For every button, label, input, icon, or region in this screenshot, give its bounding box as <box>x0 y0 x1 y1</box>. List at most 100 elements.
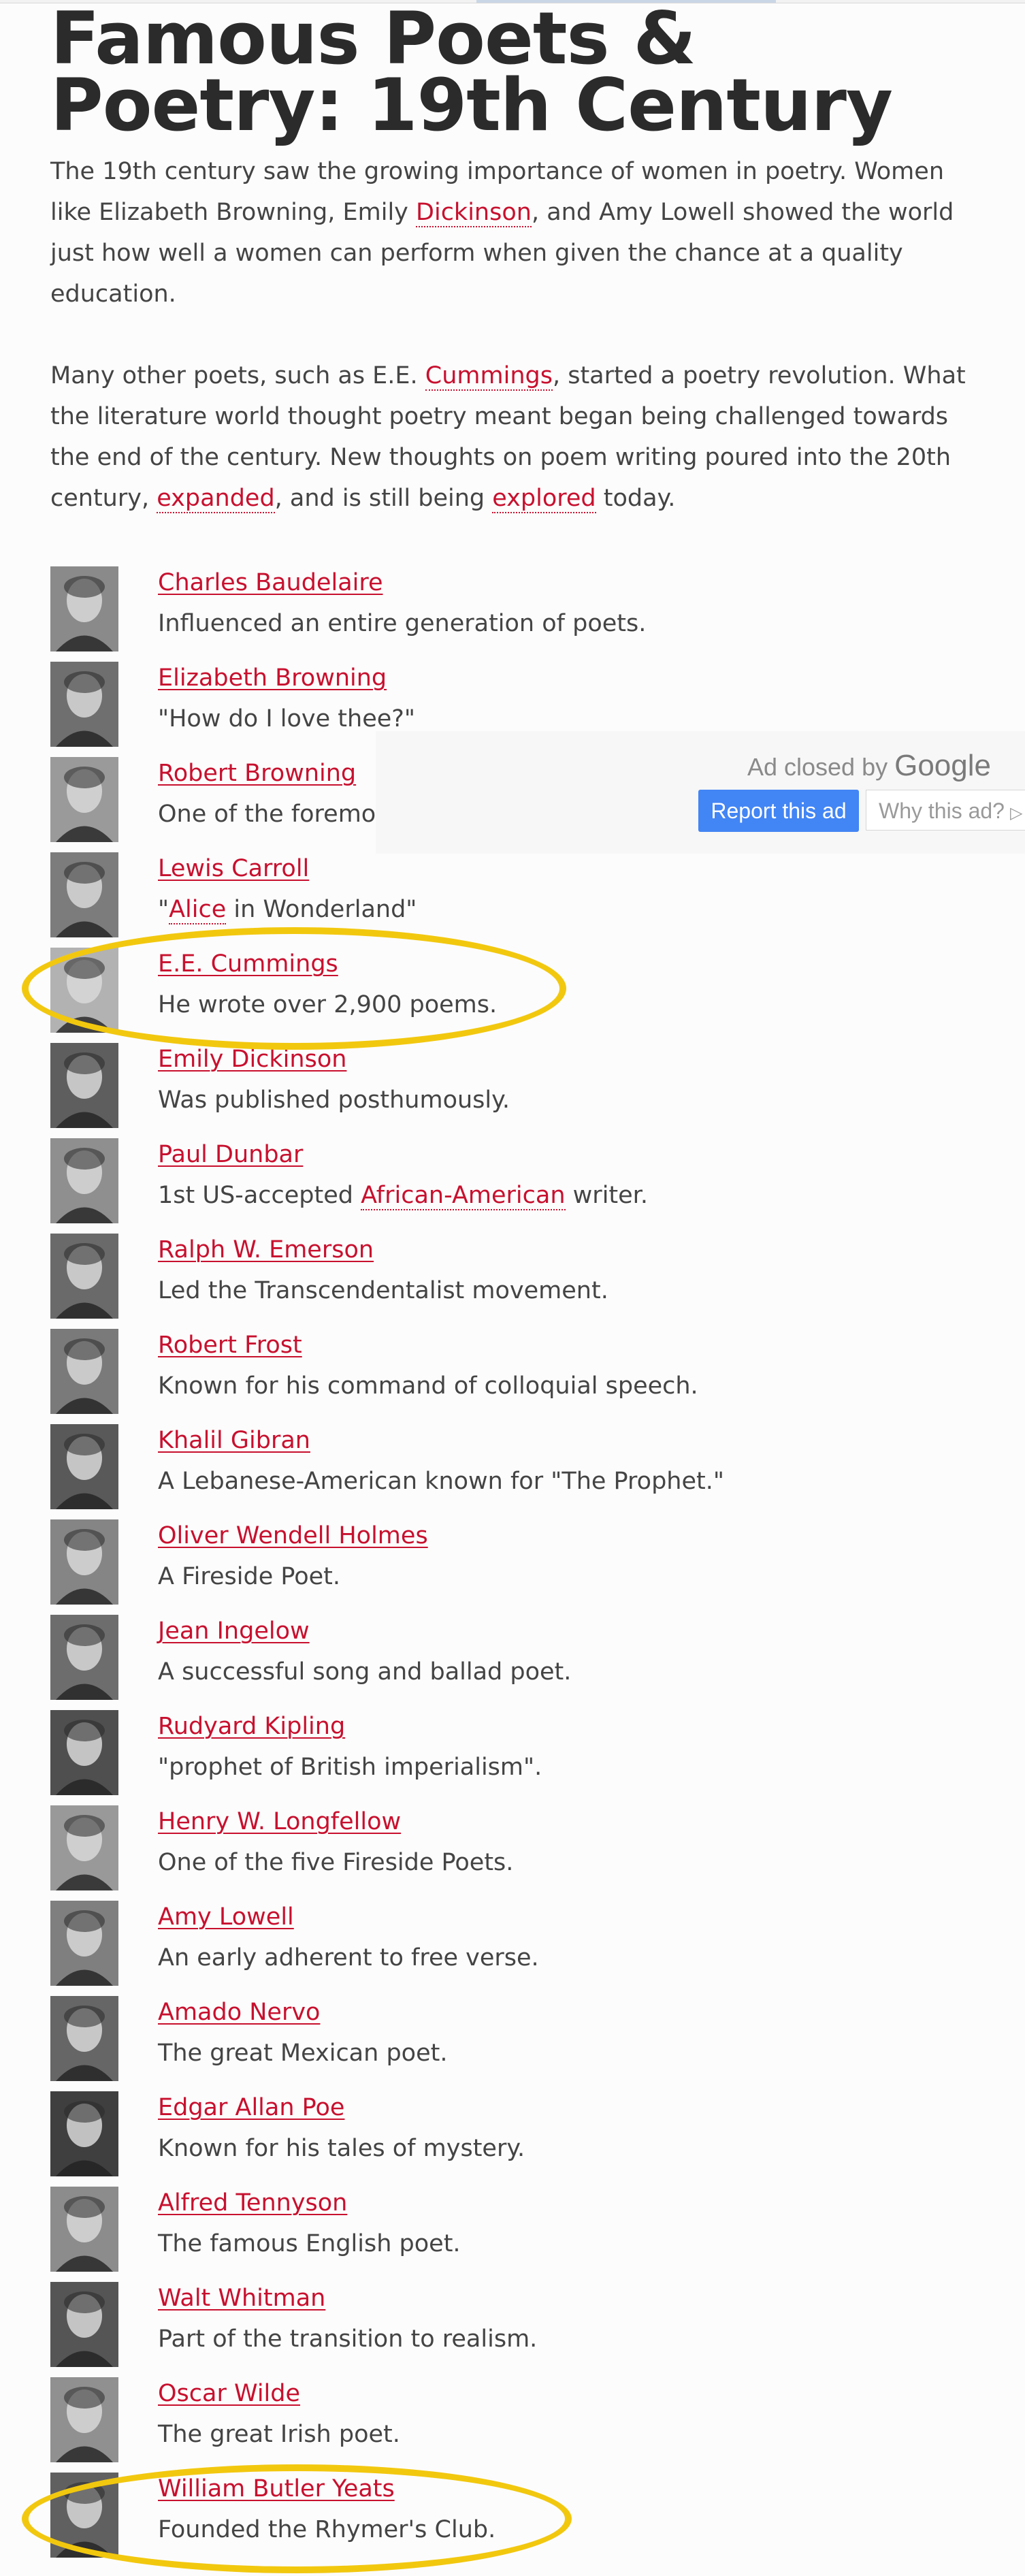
text-segment: "How do I love thee?" <box>158 705 415 732</box>
poet-name-link[interactable]: Oscar Wilde <box>158 2377 300 2410</box>
text-segment: "prophet of British imperialism". <box>158 1754 542 1781</box>
poet-name-link[interactable]: Amy Lowell <box>158 1901 294 1933</box>
poet-item-amado-nervo: Amado Nervo The great Mexican poet. <box>50 1992 935 2087</box>
report-ad-button[interactable]: Report this ad <box>698 790 859 832</box>
poet-description: Known for his tales of mystery. <box>158 2132 525 2165</box>
text-segment: Many other poets, such as E.E. <box>50 362 425 389</box>
poet-name-link[interactable]: Ralph W. Emerson <box>158 1234 374 1266</box>
poet-name-link[interactable]: Elizabeth Browning <box>158 662 387 694</box>
poet-name-link[interactable]: Charles Baudelaire <box>158 566 383 599</box>
poet-portrait[interactable] <box>50 1805 118 1890</box>
why-this-ad-label: Why this ad? <box>879 799 1005 823</box>
keyword-link[interactable]: Alice <box>169 896 227 924</box>
poet-name-link[interactable]: Paul Dunbar <box>158 1138 303 1171</box>
text-segment: writer. <box>565 1182 648 1209</box>
poet-item-jean-ingelow: Jean Ingelow A successful song and ballad… <box>50 1611 935 1706</box>
poet-portrait[interactable] <box>50 757 118 842</box>
poet-portrait[interactable] <box>50 2282 118 2367</box>
text-segment: An early adherent to free verse. <box>158 1944 539 1971</box>
poet-description: Led the Transcendentalist movement. <box>158 1274 608 1307</box>
poet-description: "How do I love thee?" <box>158 703 415 735</box>
poet-name-link[interactable]: Robert Frost <box>158 1329 302 1362</box>
poet-portrait[interactable] <box>50 1234 118 1319</box>
poet-description: "prophet of British imperialism". <box>158 1751 542 1784</box>
poet-portrait[interactable] <box>50 2091 118 2176</box>
poet-portrait[interactable] <box>50 566 118 651</box>
poet-item-robert-frost: Robert Frost Known for his command of col… <box>50 1325 935 1420</box>
keyword-link[interactable]: Cummings <box>425 362 553 391</box>
poet-name-link[interactable]: Jean Ingelow <box>158 1615 310 1647</box>
poet-name-link[interactable]: Robert Browning <box>158 757 356 790</box>
text-segment: A Fireside Poet. <box>158 1563 341 1590</box>
text-segment: today. <box>596 485 676 512</box>
poet-item-edgar-allan-poe: Edgar Allan Poe Known for his tales of my… <box>50 2087 935 2183</box>
poet-item-amy-lowell: Amy Lowell An early adherent to free vers… <box>50 1897 935 1992</box>
poet-name-link[interactable]: Lewis Carroll <box>158 852 309 885</box>
keyword-link[interactable]: explored <box>492 485 596 513</box>
highlight-oval-yeats <box>22 2464 572 2573</box>
poet-name-link[interactable]: Edgar Allan Poe <box>158 2091 344 2124</box>
poet-portrait[interactable] <box>50 1710 118 1795</box>
poet-name-link[interactable]: Rudyard Kipling <box>158 1710 345 1743</box>
poet-description: 1st US-accepted African-American writer. <box>158 1179 648 1212</box>
poet-description: A successful song and ballad poet. <box>158 1656 571 1688</box>
text-segment: " <box>158 896 169 923</box>
text-segment: One of the foremo <box>158 801 376 828</box>
poet-portrait[interactable] <box>50 1043 118 1128</box>
poet-description: Influenced an entire generation of poets… <box>158 607 646 640</box>
poet-name-link[interactable]: Amado Nervo <box>158 1996 320 2029</box>
text-segment: in Wonderland" <box>226 896 417 923</box>
poet-portrait[interactable] <box>50 1519 118 1605</box>
keyword-link[interactable]: expanded <box>157 485 275 513</box>
poet-name-link[interactable]: Henry W. Longfellow <box>158 1805 401 1838</box>
text-segment: The famous English poet. <box>158 2230 461 2257</box>
poet-name-link[interactable]: Oliver Wendell Holmes <box>158 1519 428 1552</box>
poet-portrait[interactable] <box>50 1901 118 1986</box>
poet-item-oscar-wilde: Oscar Wilde The great Irish poet. <box>50 2373 935 2468</box>
why-this-ad-button[interactable]: Why this ad? ▷ <box>866 790 1025 831</box>
highlight-oval-cummings <box>22 927 566 1050</box>
poet-portrait[interactable] <box>50 1424 118 1509</box>
poet-description: "Alice in Wonderland" <box>158 893 417 926</box>
poet-item-oliver-wendell-holmes: Oliver Wendell Holmes A Fireside Poet. <box>50 1515 935 1611</box>
text-segment: Known for his tales of mystery. <box>158 2135 525 2162</box>
poet-portrait[interactable] <box>50 1996 118 2081</box>
poet-portrait[interactable] <box>50 1138 118 1223</box>
text-segment: Influenced an entire generation of poets… <box>158 610 647 637</box>
text-segment: Known for his command of colloquial spee… <box>158 1372 698 1400</box>
text-segment: A successful song and ballad poet. <box>158 1658 572 1686</box>
poet-description: A Fireside Poet. <box>158 1560 340 1593</box>
poet-name-link[interactable]: Alfred Tennyson <box>158 2187 347 2219</box>
poet-description: Part of the transition to realism. <box>158 2323 537 2355</box>
poet-name-link[interactable]: Walt Whitman <box>158 2282 325 2315</box>
ad-closed-notice: Ad closed by Google <box>747 749 991 783</box>
keyword-link[interactable]: African-American <box>361 1182 566 1210</box>
intro: The 19th century saw the growing importa… <box>50 151 990 519</box>
poet-portrait[interactable] <box>50 1615 118 1700</box>
text-segment: A Lebanese-American known for "The Proph… <box>158 1468 724 1495</box>
text-segment: Led the Transcendentalist movement. <box>158 1277 608 1304</box>
poet-description: Known for his command of colloquial spee… <box>158 1370 698 1402</box>
poet-description: The famous English poet. <box>158 2227 461 2260</box>
intro-paragraph-2: Many other poets, such as E.E. Cummings,… <box>50 355 990 519</box>
play-triangle-icon: ▷ <box>1009 804 1023 822</box>
poet-description: A Lebanese-American known for "The Proph… <box>158 1465 724 1498</box>
poet-item-henry-w-longfellow: Henry W. Longfellow One of the five Fires… <box>50 1801 935 1897</box>
poet-description: One of the five Fireside Poets. <box>158 1846 513 1879</box>
poet-portrait[interactable] <box>50 2377 118 2462</box>
poet-description: One of the foremo <box>158 798 376 831</box>
poet-portrait[interactable] <box>50 2187 118 2272</box>
article-content: Famous Poets & Poetry: 19th Century The … <box>50 0 990 2558</box>
poet-portrait[interactable] <box>50 662 118 747</box>
poet-item-walt-whitman: Walt Whitman Part of the transition to re… <box>50 2278 935 2373</box>
text-segment: Part of the transition to realism. <box>158 2325 538 2353</box>
poet-description: Was published posthumously. <box>158 1084 510 1116</box>
poet-portrait[interactable] <box>50 1329 118 1414</box>
text-segment: One of the five Fireside Poets. <box>158 1849 514 1876</box>
closed-ad-overlay: Ad closed by Google Report this ad Why t… <box>376 731 1025 854</box>
poet-name-link[interactable]: Khalil Gibran <box>158 1424 310 1457</box>
poet-item-emily-dickinson: Emily Dickinson Was published posthumousl… <box>50 1039 935 1134</box>
text-segment: The great Irish poet. <box>158 2421 400 2448</box>
keyword-link[interactable]: Dickinson <box>416 199 532 227</box>
poet-portrait[interactable] <box>50 852 118 937</box>
